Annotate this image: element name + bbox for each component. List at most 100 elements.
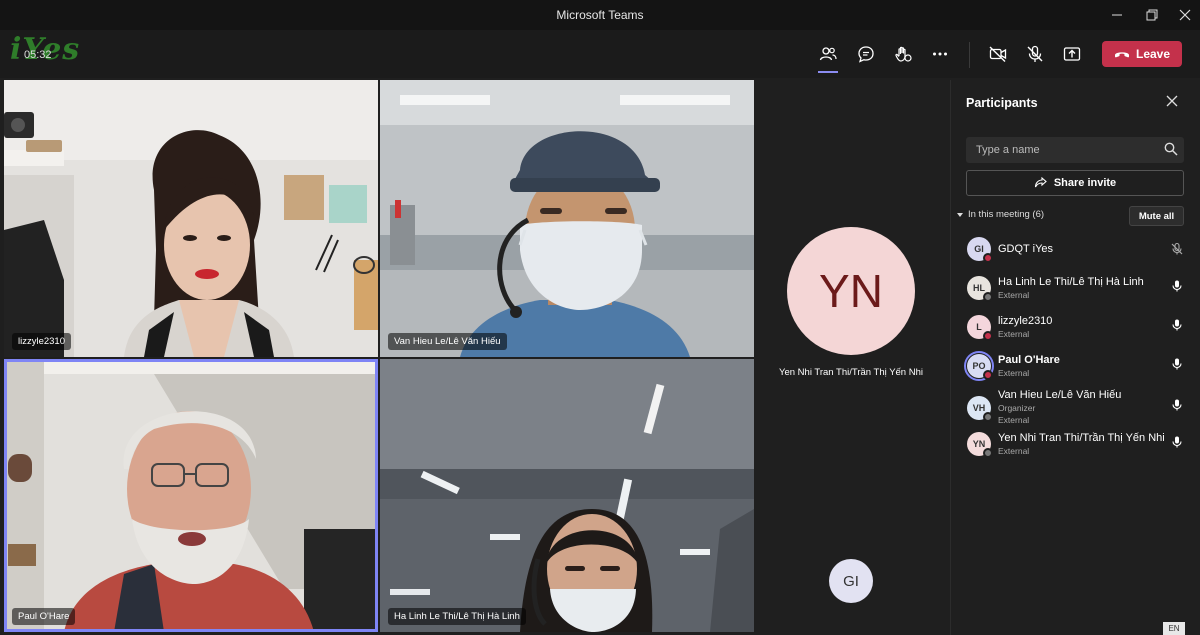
meeting-timer: 05:32 [24,49,52,61]
mic-icon [1172,358,1182,370]
avatar-initials-large: YN [787,227,915,355]
meeting-toolbar: iYes 05:32 Leave [0,30,1200,78]
restore-button[interactable] [1135,4,1169,26]
video-tile-paul[interactable]: Paul O'Hare [4,359,378,632]
leave-button[interactable]: Leave [1102,41,1182,67]
search-input[interactable] [966,137,1184,163]
participant-row[interactable]: PO Paul O'Hare External [951,351,1200,384]
participant-row[interactable]: GI GDQT iYes [951,237,1200,267]
camera-toggle-button[interactable] [984,41,1012,67]
panel-title: Participants [966,96,1038,110]
mic-icon [1172,319,1182,331]
participant-role: External [998,446,1030,456]
video-name-label: lizzyle2310 [12,333,71,350]
close-icon [1166,95,1178,107]
camera-off-icon [989,46,1007,63]
status-badge [983,448,993,458]
avatar: HL [967,276,993,302]
mic-icon [1172,399,1182,411]
title-bar: Microsoft Teams [0,0,1200,30]
share-invite-button[interactable]: Share invite [966,170,1184,196]
avatar-tile-gdqt[interactable]: GI [756,530,946,632]
phone-hangup-icon [1114,52,1129,58]
status-badge [983,331,993,341]
chevron-down-icon [957,212,963,217]
participant-role: External [998,329,1030,339]
mic-icon [1172,436,1182,448]
minimize-button[interactable] [1100,4,1134,26]
input-language-indicator[interactable]: EN [1163,622,1185,635]
participant-role: Organizer [998,403,1036,413]
avatar: PO [964,351,994,381]
video-tile-ha-linh[interactable]: Ha Linh Le Thi/Lê Thị Hà Linh [380,359,754,632]
leave-label: Leave [1135,47,1171,61]
participant-role-secondary: External [998,415,1030,425]
avatar-initials-small: GI [829,559,873,603]
video-name-label: Paul O'Hare [12,608,76,625]
participant-row[interactable]: YN Yen Nhi Tran Thi/Trần Thị Yến Nhi Ext… [951,432,1200,462]
participant-row[interactable]: VH Van Hieu Le/Lê Văn Hiếu Organizer Ext… [951,389,1200,433]
participants-button[interactable] [814,41,842,73]
video-tile-lizzyle[interactable]: lizzyle2310 [4,80,378,357]
status-badge [983,253,993,263]
participants-panel: Participants Share invite In this meetin… [950,80,1200,635]
avatar-initials: YN [972,439,986,449]
avatar: L [967,315,993,341]
mic-icon [1172,280,1182,292]
mic-muted-icon [1171,242,1183,255]
mic-off-icon [1027,45,1043,62]
video-name-label: Ha Linh Le Thi/Lê Thị Hà Linh [388,608,526,625]
people-icon [819,47,837,61]
status-badge [983,370,993,380]
chat-icon [858,46,874,63]
video-name-label: Van Hieu Le/Lê Văn Hiếu [388,333,507,350]
video-tile-van-hieu[interactable]: Van Hieu Le/Lê Văn Hiếu [380,80,754,357]
section-label: In this meeting (6) [968,209,1045,220]
participant-name: GDQT iYes [998,243,1054,255]
avatar: YN [967,432,993,458]
participant-row[interactable]: HL Ha Linh Le Thi/Lê Thị Hà Linh Externa… [951,276,1200,306]
participant-name: lizzyle2310 [998,315,1053,327]
avatar-initials: PO [972,361,986,371]
more-icon [933,52,947,56]
close-panel-button[interactable] [1163,92,1181,110]
more-actions-button[interactable] [926,41,954,67]
video-feed-ha-linh [380,359,754,632]
close-window-button[interactable] [1168,4,1200,26]
avatar-initials: VH [972,403,986,413]
participant-name: Paul O'Hare [998,354,1060,366]
chat-button[interactable] [852,41,880,67]
share-invite-label: Share invite [1053,177,1117,189]
restore-icon [1146,9,1158,21]
mic-toggle-button[interactable] [1021,41,1049,67]
video-feed-lizzyle [4,80,378,357]
participant-name: Yen Nhi Tran Thi/Trần Thị Yến Nhi [998,432,1165,444]
avatar: VH [967,396,993,422]
reactions-button[interactable] [889,41,917,67]
status-badge [983,412,993,422]
avatar-initials: GI [974,244,984,254]
mute-all-button[interactable]: Mute all [1129,206,1184,226]
video-feed-van-hieu [380,80,754,357]
avatar-initials: HL [973,283,985,293]
window-title: Microsoft Teams [556,8,644,22]
participant-role: External [998,368,1030,378]
participant-role: External [998,290,1030,300]
participant-name: Ha Linh Le Thi/Lê Thị Hà Linh [998,276,1144,288]
video-feed-paul [4,359,378,632]
search-icon [1164,142,1178,156]
toolbar-divider [969,42,970,68]
active-tab-indicator [818,71,838,73]
participant-row[interactable]: L lizzyle2310 External [951,315,1200,345]
minimize-icon [1112,14,1122,16]
close-icon [1179,9,1191,21]
participant-name: Van Hieu Le/Lê Văn Hiếu [998,389,1122,401]
share-icon [1034,177,1047,188]
avatar: GI [967,237,993,263]
share-content-button[interactable] [1058,41,1086,67]
avatar-initials: L [976,322,982,332]
in-meeting-section-toggle[interactable]: In this meeting (6) [956,209,1044,220]
share-tray-icon [1063,47,1081,61]
avatar-tile-yen-nhi[interactable]: YN Yen Nhi Tran Thi/Trần Thị Yến Nhi [756,80,946,528]
reactions-icon [895,46,912,62]
